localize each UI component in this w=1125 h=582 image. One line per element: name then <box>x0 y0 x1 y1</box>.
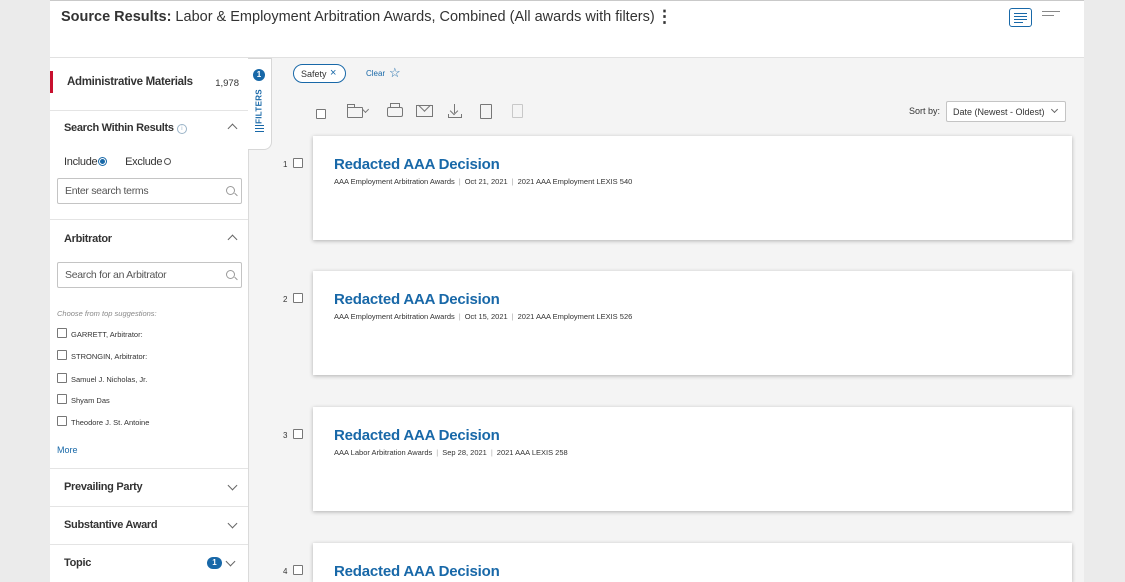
result-checkbox[interactable] <box>293 158 303 168</box>
document-icon[interactable] <box>480 104 492 119</box>
topic-count-badge: 1 <box>207 557 222 569</box>
result-title-link[interactable]: Redacted AAA Decision <box>334 156 500 173</box>
arbitrator-search-input[interactable]: Search for an Arbitrator <box>57 262 242 288</box>
title-prefix: Source Results: <box>61 9 172 25</box>
substantive-award-section[interactable]: Substantive Award <box>50 507 248 545</box>
exclude-radio[interactable] <box>164 158 172 165</box>
arbitrator-option[interactable]: Samuel J. Nicholas, Jr. <box>57 373 147 384</box>
checkbox[interactable] <box>57 350 67 360</box>
section-title: Arbitrator <box>64 233 112 245</box>
exclude-option[interactable]: Exclude <box>125 156 172 168</box>
chevron-down-icon[interactable] <box>227 518 238 529</box>
section-title: Substantive Award <box>64 519 158 531</box>
search-icon[interactable] <box>226 270 235 279</box>
active-indicator <box>50 71 53 93</box>
filters-label: FILTERS <box>254 89 264 124</box>
filters-count-badge: 1 <box>253 69 265 81</box>
sort-dropdown[interactable]: Date (Newest - Oldest) <box>946 101 1066 122</box>
search-results-page: Source Results: Labor & Employment Arbit… <box>50 0 1084 582</box>
chevron-down-icon[interactable] <box>361 105 370 114</box>
filter-sliders-icon <box>255 124 264 133</box>
chevron-up-icon[interactable] <box>227 123 238 134</box>
document-disabled-icon <box>512 104 523 118</box>
filter-sidebar: Administrative Materials 1,978 Search Wi… <box>50 58 249 582</box>
result-checkbox[interactable] <box>293 429 303 439</box>
search-terms-input[interactable]: Enter search terms <box>57 178 242 204</box>
arbitrator-option[interactable]: GARRETT, Arbitrator: <box>57 328 143 339</box>
result-meta: AAA Employment Arbitration Awards | Oct 21… <box>334 177 633 186</box>
include-option[interactable]: Include <box>64 156 107 168</box>
result-checkbox[interactable] <box>293 293 303 303</box>
include-radio[interactable] <box>99 158 107 165</box>
result-meta: AAA Labor Arbitration Awards | Sep 28, 202… <box>334 448 568 457</box>
include-exclude-toggle: Include Exclude <box>64 156 172 168</box>
search-within-section: Search Within Results i Include Exclude E… <box>50 111 248 220</box>
checkbox[interactable] <box>57 373 67 383</box>
sort-label: Sort by: <box>909 106 941 116</box>
result-number: 3 <box>283 431 288 440</box>
result-title-link[interactable]: Redacted AAA Decision <box>334 427 500 444</box>
more-link[interactable]: More <box>57 445 78 455</box>
applied-filter-chip[interactable]: Safety × <box>293 64 346 83</box>
clear-filters-link[interactable]: Clear <box>366 69 385 78</box>
checkbox[interactable] <box>57 394 67 404</box>
result-card: Redacted AAA Decision AAA Labor Arbitrat… <box>313 407 1072 511</box>
section-title: Prevailing Party <box>64 481 143 493</box>
result-card: Redacted AAA Decision AAA Employment Arb… <box>313 136 1072 240</box>
chevron-down-icon <box>1050 105 1059 114</box>
results-header: Source Results: Labor & Employment Arbit… <box>50 1 1084 58</box>
checkbox[interactable] <box>57 416 67 426</box>
section-title: Topic <box>64 557 92 569</box>
print-icon[interactable] <box>387 103 403 117</box>
topic-section[interactable]: Topic 1 <box>50 545 248 582</box>
result-card: Redacted AAA Decision AAA Employment Arb… <box>313 271 1072 375</box>
chevron-down-icon[interactable] <box>225 556 236 567</box>
chevron-up-icon[interactable] <box>227 234 238 245</box>
filters-toggle-tab[interactable]: 1 FILTERS <box>248 58 272 150</box>
list-view-icon[interactable] <box>1009 8 1032 27</box>
chip-label: Safety <box>301 69 327 79</box>
result-card: Redacted AAA Decision <box>313 543 1072 582</box>
result-meta: AAA Employment Arbitration Awards | Oct 15… <box>334 312 633 321</box>
select-all-checkbox[interactable] <box>316 109 326 119</box>
arbitrator-option[interactable]: Theodore J. St. Antoine <box>57 416 149 427</box>
compact-view-icon[interactable] <box>1042 11 1060 19</box>
category-label: Administrative Materials <box>67 76 193 88</box>
kebab-icon[interactable]: ⋮ <box>656 8 673 25</box>
folder-icon[interactable] <box>347 104 363 118</box>
info-icon[interactable]: i <box>176 124 187 134</box>
result-title-link[interactable]: Redacted AAA Decision <box>334 291 500 308</box>
suggestions-header: Choose from top suggestions: <box>57 309 157 318</box>
star-icon[interactable]: ☆ <box>389 65 401 81</box>
close-icon[interactable]: × <box>330 67 336 79</box>
chevron-down-icon[interactable] <box>227 480 238 491</box>
arbitrator-option[interactable]: STRONGIN, Arbitrator: <box>57 350 147 361</box>
sidebar-item-administrative-materials[interactable]: Administrative Materials 1,978 <box>50 58 248 111</box>
category-count: 1,978 <box>215 78 239 89</box>
result-number: 2 <box>283 295 288 304</box>
arbitrator-option[interactable]: Shyam Das <box>57 394 110 405</box>
checkbox[interactable] <box>57 328 67 338</box>
result-number: 4 <box>283 567 288 576</box>
result-title-link[interactable]: Redacted AAA Decision <box>334 563 500 580</box>
prevailing-party-section[interactable]: Prevailing Party <box>50 469 248 507</box>
download-icon[interactable] <box>447 104 462 119</box>
arbitrator-section: Arbitrator Search for an Arbitrator Choo… <box>50 220 248 469</box>
email-icon[interactable] <box>416 105 433 117</box>
result-number: 1 <box>283 160 288 169</box>
result-checkbox[interactable] <box>293 565 303 575</box>
title-source: Labor & Employment Arbitration Awards, C… <box>171 9 655 25</box>
search-icon[interactable] <box>226 186 235 195</box>
page-title: Source Results: Labor & Employment Arbit… <box>61 9 655 25</box>
section-title: Search Within Results i <box>64 122 187 134</box>
